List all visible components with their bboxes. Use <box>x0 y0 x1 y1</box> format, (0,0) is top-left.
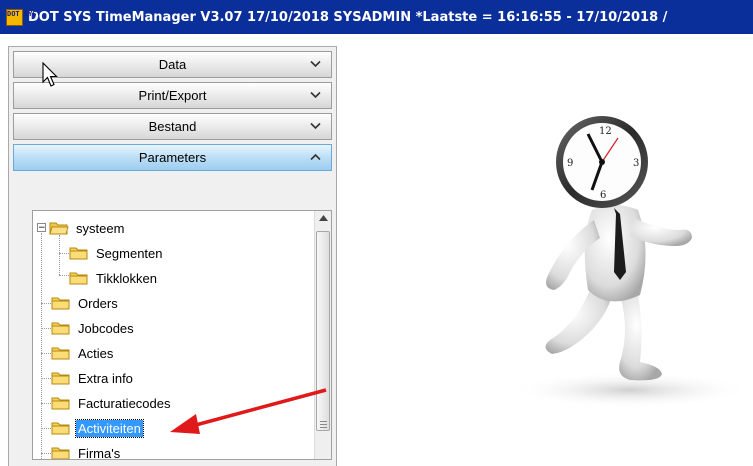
chevron-up-icon <box>310 150 321 164</box>
tree-item-segmenten[interactable]: Segmenten <box>69 242 165 264</box>
folder-icon <box>51 422 70 435</box>
accordion-header-print-export[interactable]: Print/Export <box>13 82 332 109</box>
tree-item-label: Firma's <box>78 445 121 460</box>
tree-connector <box>41 233 42 459</box>
accordion-header-data[interactable]: Data <box>13 51 332 78</box>
folder-icon <box>51 447 70 459</box>
tree-item-tikklokken[interactable]: Tikklokken <box>69 267 159 289</box>
folder-icon <box>69 247 88 260</box>
folder-icon <box>69 272 88 285</box>
folder-icon <box>51 322 70 335</box>
accordion-label-print-export: Print/Export <box>138 88 207 103</box>
folder-icon <box>51 297 70 310</box>
tree-item-label: Tikklokken <box>96 270 157 286</box>
accordion-header-bestand[interactable]: Bestand <box>13 113 332 140</box>
tree-item-label: Orders <box>78 295 118 311</box>
tree-item-systeem[interactable]: systeem <box>49 217 126 239</box>
accordion-label-bestand: Bestand <box>148 119 197 134</box>
clock-man-illustration: 12 3 6 9 <box>520 116 750 408</box>
window-title: DOT SYS TimeManager V3.07 17/10/2018 SYS… <box>28 9 668 25</box>
accordion-header-parameters[interactable]: Parameters <box>13 144 332 171</box>
tree-connector <box>59 235 60 275</box>
tree-connector <box>41 328 51 329</box>
tree-item-label: Facturatiecodes <box>78 395 171 411</box>
tree-scrollbar[interactable] <box>314 211 331 459</box>
tree-connector <box>41 303 51 304</box>
app-icon: DOT SYS <box>6 8 37 26</box>
tree-item-facturatiecodes[interactable]: Facturatiecodes <box>51 392 173 414</box>
folder-icon <box>51 372 70 385</box>
scroll-up-icon[interactable] <box>315 211 331 228</box>
tree-connector <box>41 428 51 429</box>
clock-number: 6 <box>600 190 606 201</box>
accordion-label-data: Data <box>158 57 187 72</box>
grip-line <box>320 427 327 428</box>
folder-open-icon <box>49 222 69 235</box>
tree-item-orders[interactable]: Orders <box>51 292 120 314</box>
tree-item-jobcodes[interactable]: Jobcodes <box>51 317 136 339</box>
tree-item-extra-info[interactable]: Extra info <box>51 367 135 389</box>
title-bar[interactable]: DOT SYS DOT SYS TimeManager V3.07 17/10/… <box>0 0 753 34</box>
tree-connector <box>41 378 51 379</box>
tree-item-acties[interactable]: Acties <box>51 342 115 364</box>
tree-item-label: Acties <box>78 345 114 361</box>
tree-item-label: Segmenten <box>96 245 163 261</box>
collapse-expander[interactable]: − <box>37 223 46 233</box>
folder-icon <box>51 347 70 360</box>
chevron-down-icon <box>310 57 321 71</box>
folder-icon <box>51 397 70 410</box>
grip-line <box>320 421 327 422</box>
tree-connector <box>41 453 51 454</box>
tree-connector <box>59 253 69 254</box>
tree-item-label-selected: Activiteiten <box>75 418 144 438</box>
parameters-tree[interactable]: − systeem Segmenten Tikklokken Orders Jo… <box>32 210 332 460</box>
chevron-down-icon <box>310 119 321 133</box>
accordion-label-parameters: Parameters <box>138 150 207 165</box>
chevron-down-icon <box>310 88 321 102</box>
tree-item-label: systeem <box>76 220 125 236</box>
clock-number: 9 <box>567 158 573 169</box>
scroll-thumb[interactable] <box>316 231 330 431</box>
grip-line <box>320 424 327 425</box>
clock-number: 3 <box>633 158 639 169</box>
mouse-cursor-icon <box>42 62 58 87</box>
tree-connector <box>41 403 51 404</box>
clock-number: 12 <box>599 126 612 137</box>
tree-item-label: Jobcodes <box>78 320 134 336</box>
tree-item-label: Extra info <box>78 370 133 386</box>
tree-item-firmas[interactable]: Firma's <box>51 442 122 460</box>
tree-connector <box>59 275 69 276</box>
tree-connector <box>41 353 51 354</box>
tree-item-activiteiten[interactable]: Activiteiten <box>51 417 144 439</box>
